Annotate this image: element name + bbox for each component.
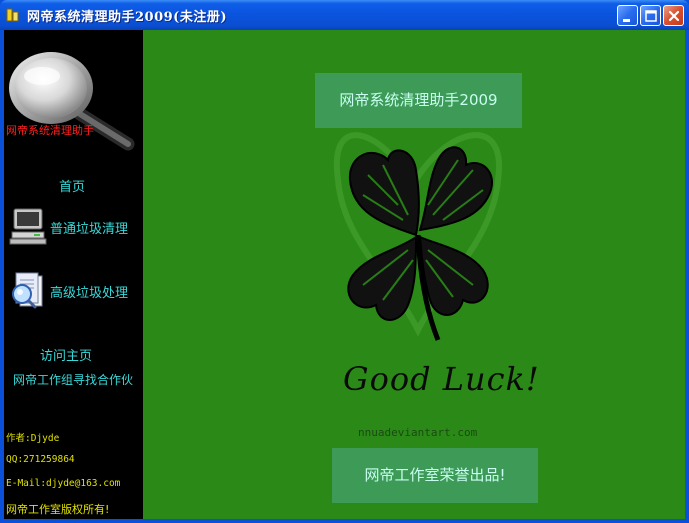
nav-normal-clean-label: 普通垃圾清理 bbox=[50, 222, 129, 237]
nav-advanced-clean[interactable]: 高级垃圾处理 bbox=[8, 270, 142, 314]
nav-home-link[interactable]: 首页 bbox=[59, 176, 85, 195]
computer-icon bbox=[9, 208, 47, 245]
nav-advanced-clean-label: 高级垃圾处理 bbox=[50, 286, 129, 301]
email-info: E-Mail:djyde@163.com bbox=[6, 478, 121, 489]
maximize-icon bbox=[645, 10, 657, 22]
app-icon bbox=[6, 8, 19, 22]
image-credit: nnuadeviantart.com bbox=[358, 426, 478, 439]
good-luck-caption: Good Luck! bbox=[343, 360, 540, 398]
app-window: 网帝系统清理助手2009(未注册) 网帝系统清理助手 首页 普通垃圾清理 高级垃… bbox=[0, 0, 689, 523]
author-info: 作者:Djyde bbox=[6, 433, 60, 444]
sidebar: 网帝系统清理助手 首页 普通垃圾清理 高级垃圾处理 访问主页 网帝工作组寻找合作… bbox=[4, 30, 143, 519]
document-search-icon bbox=[12, 272, 43, 309]
top-banner: 网帝系统清理助手2009 bbox=[315, 73, 522, 128]
nav-normal-clean[interactable]: 普通垃圾清理 bbox=[8, 206, 142, 250]
bottom-banner: 网帝工作室荣誉出品! bbox=[332, 448, 538, 503]
main-panel: 网帝系统清理助手2009 Good Luck! nnuadeviantart.c… bbox=[143, 30, 685, 519]
nav-find-partner-link[interactable]: 网帝工作组寻找合作伙 bbox=[13, 371, 133, 388]
app-label: 网帝系统清理助手 bbox=[6, 124, 94, 137]
qq-info: QQ:271259864 bbox=[6, 454, 75, 465]
client-area: 网帝系统清理助手 首页 普通垃圾清理 高级垃圾处理 访问主页 网帝工作组寻找合作… bbox=[4, 30, 685, 519]
four-leaf-clover-image bbox=[347, 146, 494, 341]
minimize-button[interactable] bbox=[617, 5, 638, 26]
nav-visit-homepage-link[interactable]: 访问主页 bbox=[40, 345, 92, 364]
close-button[interactable] bbox=[663, 5, 684, 26]
copyright-info: 网帝工作室版权所有! bbox=[6, 503, 110, 516]
close-icon bbox=[668, 10, 680, 22]
maximize-button[interactable] bbox=[640, 5, 661, 26]
window-title: 网帝系统清理助手2009(未注册) bbox=[27, 10, 227, 25]
minimize-icon bbox=[623, 19, 630, 22]
title-bar[interactable]: 网帝系统清理助手2009(未注册) bbox=[0, 0, 689, 30]
